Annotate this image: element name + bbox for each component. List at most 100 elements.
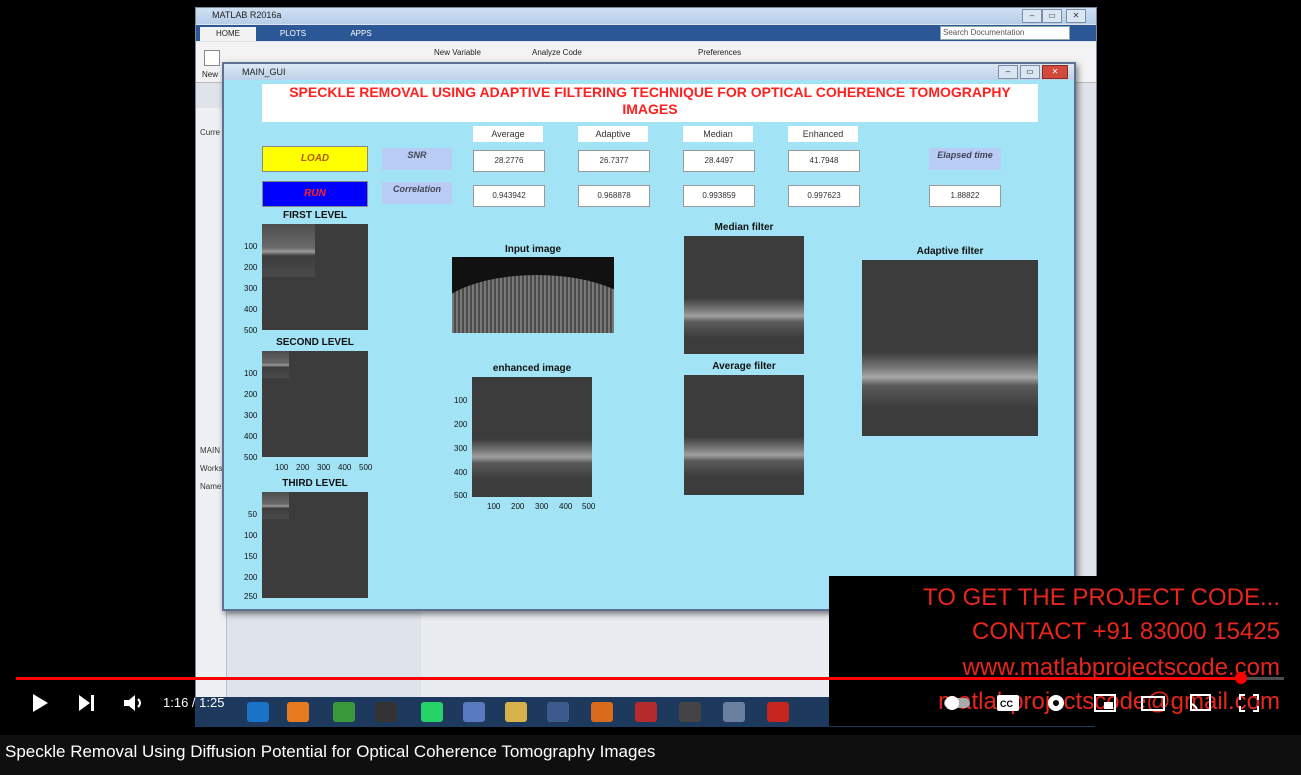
promo-line: CONTACT +91 83000 15425 xyxy=(972,618,1280,645)
volume-icon[interactable] xyxy=(122,692,146,714)
main-file-label: MAIN xyxy=(200,446,220,455)
app-icon[interactable] xyxy=(547,702,569,722)
autoplay-toggle-icon[interactable] xyxy=(943,692,971,714)
gui-titlebar: MAIN_GUI – ▭ ✕ xyxy=(224,64,1074,80)
progress-bar-fill xyxy=(16,677,1241,680)
folder-icon[interactable] xyxy=(505,702,527,722)
second-level-ytick: 300 xyxy=(244,411,258,420)
new-script-label: New xyxy=(202,70,219,79)
matlab-titlebar: MATLAB R2016a – ▭ ✕ xyxy=(196,8,1096,24)
second-level-xtick: 200 xyxy=(296,463,310,472)
snr-average-field[interactable]: 28.2776 xyxy=(473,150,545,172)
elapsed-time-field[interactable]: 1.88822 xyxy=(929,185,1001,207)
correlation-label: Correlation xyxy=(382,182,452,204)
third-level-title: THIRD LEVEL xyxy=(282,478,348,489)
preferences-button[interactable]: Preferences xyxy=(698,48,741,57)
snr-adaptive-field[interactable]: 26.7377 xyxy=(578,150,650,172)
close-icon[interactable]: ✕ xyxy=(1066,9,1086,23)
snr-median-field[interactable]: 28.4497 xyxy=(683,150,755,172)
median-filter-image xyxy=(684,236,804,354)
enhanced-ytick: 200 xyxy=(454,420,468,429)
close-icon[interactable]: ✕ xyxy=(1042,65,1068,79)
second-level-image xyxy=(262,351,368,457)
ie-icon[interactable] xyxy=(247,702,269,722)
enhanced-image-title: enhanced image xyxy=(492,363,572,374)
next-icon[interactable] xyxy=(76,692,98,714)
media-player-icon[interactable] xyxy=(287,702,309,722)
current-folder-label: Curre xyxy=(200,128,221,137)
adaptive-filter-title: Adaptive filter xyxy=(916,246,984,257)
search-documentation-input[interactable]: Search Documentation xyxy=(940,26,1070,40)
miniplayer-icon[interactable] xyxy=(1093,692,1117,714)
column-header-median: Median xyxy=(683,126,753,142)
first-level-ytick: 100 xyxy=(244,242,258,251)
input-image xyxy=(452,257,614,333)
second-level-xtick: 500 xyxy=(359,463,373,472)
first-level-title: FIRST LEVEL xyxy=(283,210,347,221)
run-button[interactable]: RUN xyxy=(262,181,368,207)
column-header-average: Average xyxy=(473,126,543,142)
app-icon[interactable] xyxy=(635,702,657,722)
corr-median-field[interactable]: 0.993859 xyxy=(683,185,755,207)
quick-access-toolbar: Search Documentation xyxy=(790,25,1095,41)
load-button[interactable]: LOAD xyxy=(262,146,368,172)
new-variable-button[interactable]: New Variable xyxy=(434,48,481,57)
third-level-ytick: 100 xyxy=(244,531,258,540)
first-level-ytick: 300 xyxy=(244,284,258,293)
second-level-ytick: 500 xyxy=(244,453,258,462)
gui-title: MAIN_GUI xyxy=(242,67,286,77)
gui-heading: SPECKLE REMOVAL USING ADAPTIVE FILTERING… xyxy=(262,84,1038,122)
corr-average-field[interactable]: 0.943942 xyxy=(473,185,545,207)
input-image-title: Input image xyxy=(504,244,562,255)
enhanced-image xyxy=(472,377,592,497)
third-level-ytick: 50 xyxy=(248,510,257,519)
first-level-ytick: 500 xyxy=(244,326,258,335)
restore-icon[interactable]: ▭ xyxy=(1042,9,1062,23)
snr-label: SNR xyxy=(382,148,452,170)
play-icon[interactable] xyxy=(30,692,50,714)
fullscreen-icon[interactable] xyxy=(1237,692,1261,714)
main-gui-window: MAIN_GUI – ▭ ✕ SPECKLE REMOVAL USING ADA… xyxy=(222,62,1076,611)
theater-mode-icon[interactable] xyxy=(1140,692,1166,714)
tab-apps[interactable]: APPS xyxy=(330,27,392,41)
first-level-ytick: 200 xyxy=(244,263,258,272)
corr-enhanced-field[interactable]: 0.997623 xyxy=(788,185,860,207)
second-level-ytick: 200 xyxy=(244,390,258,399)
scrubber-handle[interactable] xyxy=(1235,672,1247,684)
matlab-icon[interactable] xyxy=(591,702,613,722)
third-level-ytick: 200 xyxy=(244,573,258,582)
maximize-icon[interactable]: ▭ xyxy=(1020,65,1040,79)
minimize-icon[interactable]: – xyxy=(1022,9,1042,23)
enhanced-ytick: 300 xyxy=(454,444,468,453)
tab-home[interactable]: HOME xyxy=(200,27,256,41)
third-level-ytick: 250 xyxy=(244,592,258,601)
svg-text:CC: CC xyxy=(1000,699,1013,709)
video-frame[interactable]: MATLAB R2016a – ▭ ✕ HOME PLOTS APPS Sear… xyxy=(0,0,1301,735)
cast-icon[interactable] xyxy=(1188,692,1212,714)
matlab-title: MATLAB R2016a xyxy=(212,10,282,20)
app-icon[interactable] xyxy=(723,702,745,722)
enhanced-ytick: 400 xyxy=(454,468,468,477)
media-icon[interactable] xyxy=(679,702,701,722)
third-level-image xyxy=(262,492,368,598)
enhanced-xtick: 400 xyxy=(559,502,573,511)
tab-plots[interactable]: PLOTS xyxy=(262,27,324,41)
chrome-icon[interactable] xyxy=(333,702,355,722)
settings-gear-icon[interactable] xyxy=(1044,691,1068,715)
minimize-icon[interactable]: – xyxy=(998,65,1018,79)
acrobat-icon[interactable] xyxy=(767,702,789,722)
video-title: Speckle Removal Using Diffusion Potentia… xyxy=(5,742,656,761)
adaptive-filter-image xyxy=(862,260,1038,436)
column-header-adaptive: Adaptive xyxy=(578,126,648,142)
subtitles-icon[interactable]: CC xyxy=(996,692,1020,714)
whatsapp-icon[interactable] xyxy=(421,702,443,722)
app-icon[interactable] xyxy=(375,702,397,722)
notepad-icon[interactable] xyxy=(463,702,485,722)
time-display: 1:16 / 1:25 xyxy=(163,695,225,710)
analyze-code-button[interactable]: Analyze Code xyxy=(532,48,582,57)
second-level-xtick: 100 xyxy=(275,463,289,472)
corr-adaptive-field[interactable]: 0.968878 xyxy=(578,185,650,207)
new-script-icon[interactable] xyxy=(204,50,220,66)
average-filter-image xyxy=(684,375,804,495)
snr-enhanced-field[interactable]: 41.7948 xyxy=(788,150,860,172)
